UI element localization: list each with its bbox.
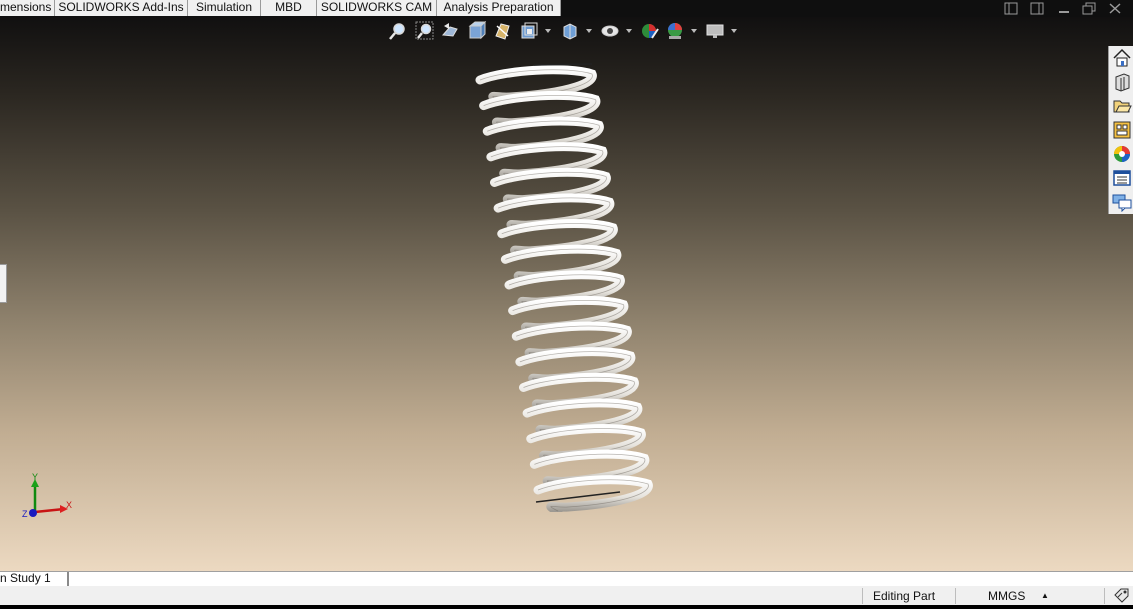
- bottom-tab-strip: n Study 1: [0, 571, 1133, 587]
- forum-icon[interactable]: [1112, 192, 1132, 213]
- tile-vertical-icon[interactable]: [1030, 2, 1044, 15]
- dynamic-annotation-views-icon[interactable]: [493, 21, 513, 41]
- tab-mbd[interactable]: MBD: [261, 0, 317, 16]
- minimize-icon[interactable]: [1057, 2, 1071, 15]
- tile-horizontal-icon[interactable]: [1004, 2, 1018, 15]
- status-mode: Editing Part: [873, 589, 936, 603]
- view-orientation-dropdown-icon[interactable]: [545, 29, 551, 33]
- view-palette-icon[interactable]: [1112, 120, 1132, 140]
- tab-dimensions[interactable]: mensions: [0, 0, 55, 16]
- edit-appearance-icon[interactable]: [640, 21, 660, 41]
- status-separator: [862, 588, 863, 604]
- status-separator: [1104, 588, 1105, 604]
- hide-show-dropdown-icon[interactable]: [626, 29, 632, 33]
- graphics-area[interactable]: Y X Z: [0, 17, 1133, 571]
- rebuild-tag-icon[interactable]: [1113, 588, 1129, 604]
- tab-strip-empty-area: [68, 572, 1133, 586]
- spring-top-edge: [533, 63, 593, 66]
- restore-icon[interactable]: [1082, 2, 1096, 15]
- display-style-dropdown-icon[interactable]: [586, 29, 592, 33]
- tab-simulation[interactable]: Simulation: [188, 0, 261, 16]
- task-pane: [1108, 46, 1133, 214]
- tab-analysis-preparation[interactable]: Analysis Preparation: [437, 0, 561, 16]
- apply-scene-icon[interactable]: [665, 21, 685, 41]
- display-style-icon[interactable]: [560, 21, 580, 41]
- view-settings-dropdown-icon[interactable]: [731, 29, 737, 33]
- command-manager-tabbar: mensions SOLIDWORKS Add-Ins Simulation M…: [0, 0, 1133, 17]
- triad-y-label: Y: [32, 473, 38, 482]
- reference-triad: Y X Z: [22, 473, 72, 519]
- tab-solidworks-cam[interactable]: SOLIDWORKS CAM: [317, 0, 437, 16]
- custom-properties-icon[interactable]: [1112, 168, 1132, 188]
- units-selector[interactable]: MMGS: [988, 588, 1025, 604]
- triad-x-axis: [34, 507, 65, 514]
- file-explorer-icon[interactable]: [1112, 96, 1132, 116]
- units-dropdown-icon[interactable]: ▲: [1041, 588, 1049, 604]
- solidworks-resources-icon[interactable]: [1112, 48, 1132, 68]
- spring-model[interactable]: [470, 62, 660, 512]
- status-separator: [955, 588, 956, 604]
- tab-solidworks-add-ins[interactable]: SOLIDWORKS Add-Ins: [55, 0, 188, 16]
- view-orientation-icon[interactable]: [519, 21, 539, 41]
- hide-show-items-icon[interactable]: [600, 21, 620, 41]
- spring-coils: [475, 65, 653, 512]
- design-library-icon[interactable]: [1112, 72, 1132, 92]
- status-bar: Editing Part MMGS ▲: [0, 586, 1133, 605]
- triad-z-axis: [29, 509, 37, 517]
- triad-x-label: X: [66, 500, 72, 510]
- section-view-icon[interactable]: [467, 20, 487, 41]
- zoom-to-area-icon[interactable]: [415, 21, 435, 41]
- zoom-to-fit-icon[interactable]: [388, 21, 408, 41]
- previous-view-icon[interactable]: [441, 21, 461, 41]
- feature-manager-collapse-handle[interactable]: [0, 264, 7, 303]
- appearances-scenes-icon[interactable]: [1112, 144, 1132, 164]
- view-settings-icon[interactable]: [705, 21, 725, 41]
- triad-z-label: Z: [22, 509, 28, 519]
- apply-scene-dropdown-icon[interactable]: [691, 29, 697, 33]
- tab-motion-study-1[interactable]: n Study 1: [0, 572, 68, 586]
- close-icon[interactable]: [1108, 2, 1122, 15]
